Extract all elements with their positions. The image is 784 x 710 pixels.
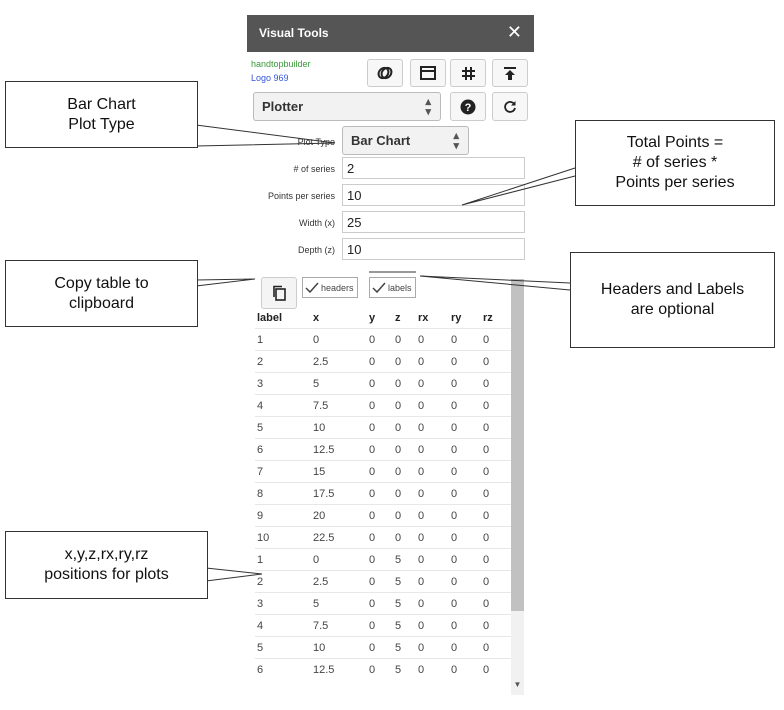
copy-table-callout: Copy table to clipboard <box>5 260 198 327</box>
callout-line: # of series * <box>632 154 718 171</box>
positions-callout: x,y,z,rx,ry,rz positions for plots <box>5 531 208 599</box>
callout-line: Plot Type <box>68 115 135 133</box>
callout-line: Total Points = <box>626 134 724 151</box>
callout-line: clipboard <box>69 294 134 312</box>
total-points-callout: Total Points = # of series * Points per … <box>575 120 775 206</box>
headers-labels-callout: Headers and Labels are optional <box>570 252 775 348</box>
bar-chart-callout: Bar Chart Plot Type <box>5 81 198 148</box>
callout-line: Points per series <box>615 174 735 191</box>
callout-line: are optional <box>630 301 715 318</box>
callout-line: Copy table to <box>54 274 149 292</box>
callout-line: x,y,z,rx,ry,rz <box>64 546 149 563</box>
callout-line: Bar Chart <box>67 95 136 113</box>
callout-line: positions for plots <box>44 566 169 583</box>
callout-line: Headers and Labels <box>600 281 745 298</box>
